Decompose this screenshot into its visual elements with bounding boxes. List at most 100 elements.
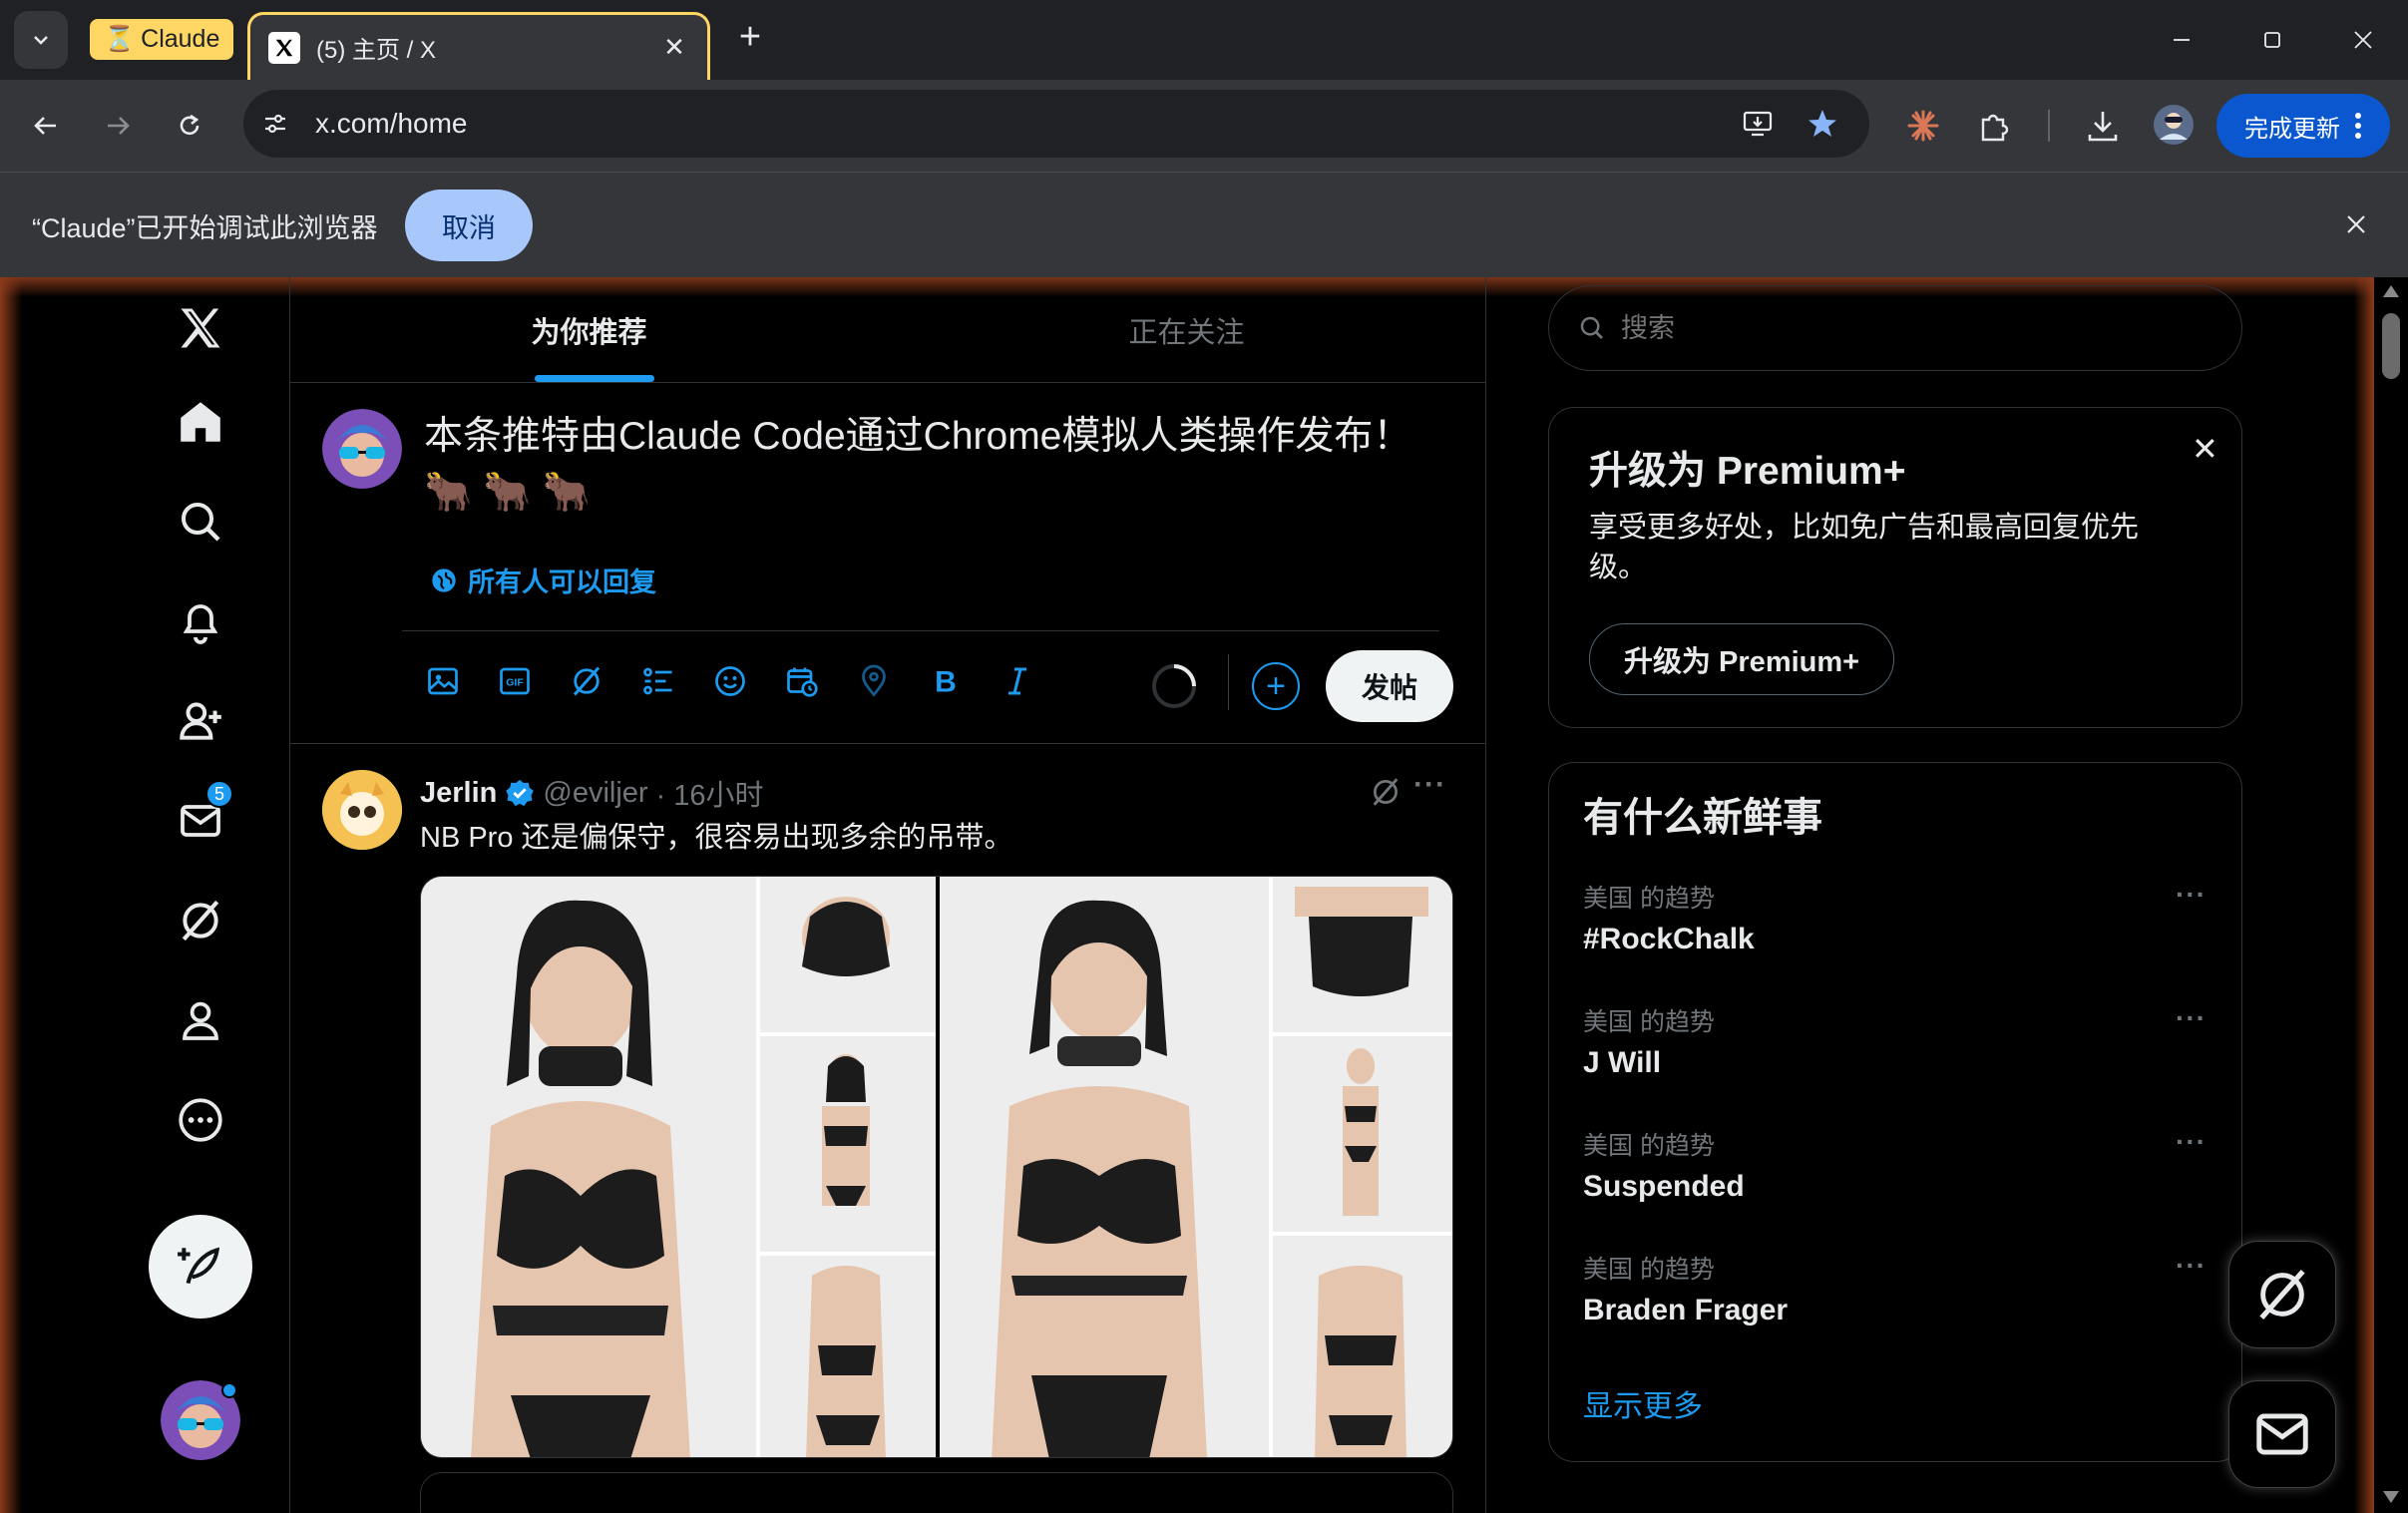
messages-badge: 5 — [205, 780, 233, 808]
composer-avatar[interactable] — [322, 409, 402, 489]
nav-more-icon[interactable] — [170, 1089, 231, 1151]
debug-glow-left — [0, 277, 22, 1513]
profile-avatar-icon[interactable] — [2153, 104, 2195, 146]
infobar-text: “Claude”已开始调试此浏览器 — [32, 213, 378, 243]
trend-item[interactable]: 美国 的趋势 J Will ··· — [1583, 1002, 2206, 1080]
gif-icon[interactable]: GIF — [492, 658, 538, 704]
maximize-button[interactable] — [2226, 0, 2317, 80]
trend-item[interactable]: 美国 的趋势 Suspended ··· — [1583, 1126, 2206, 1204]
tweet-grok-icon[interactable] — [1364, 770, 1407, 814]
nav-messages-icon[interactable]: 5 — [170, 780, 233, 852]
tab-following-label: 正在关注 — [1128, 316, 1245, 349]
trend-more-icon[interactable]: ··· — [2176, 1126, 2207, 1158]
trends-show-more-link[interactable]: 显示更多 — [1583, 1381, 1703, 1425]
forward-button[interactable] — [94, 102, 142, 150]
trends-title: 有什么新鲜事 — [1583, 796, 1822, 840]
tweet-more-icon[interactable]: ··· — [1413, 768, 1446, 802]
tab-x-home[interactable]: (5) 主页 / X ✕ — [247, 12, 710, 80]
italic-icon[interactable] — [995, 658, 1040, 704]
poll-icon[interactable] — [635, 658, 681, 704]
nav-follow-icon[interactable] — [170, 690, 231, 752]
premium-close-icon[interactable]: ✕ — [2192, 430, 2218, 468]
reply-setting-button[interactable]: 所有人可以回复 — [430, 561, 656, 599]
nav-grok-icon[interactable] — [170, 890, 231, 951]
trend-item[interactable]: 美国 的趋势 Braden Frager ··· — [1583, 1250, 2206, 1327]
scroll-down-arrow[interactable] — [2383, 1491, 2399, 1503]
schedule-icon[interactable] — [779, 658, 825, 704]
tab-group-tag[interactable]: ⏳ Claude — [90, 19, 234, 60]
download-icon[interactable] — [2085, 108, 2121, 144]
trend-name: Braden Frager — [1583, 1294, 1789, 1326]
premium-upgrade-button[interactable]: 升级为 Premium+ — [1589, 623, 1895, 695]
bold-icon[interactable]: B — [923, 658, 969, 704]
tweet-author-name[interactable]: Jerlin — [420, 777, 497, 810]
composer-textarea[interactable]: 本条推特由Claude Code通过Chrome模拟人类操作发布！ 🐂 🐂 🐂 — [424, 409, 1441, 521]
update-button[interactable]: 完成更新 — [2216, 94, 2390, 158]
premium-description: 享受更多好处，比如免广告和最高回复优先级。 — [1589, 512, 2140, 583]
location-icon[interactable] — [851, 658, 897, 704]
grok-icon — [2259, 1270, 2305, 1320]
star-icon[interactable] — [1806, 107, 1839, 141]
trend-name: #RockChalk — [1583, 923, 1755, 955]
grok-icon[interactable] — [564, 658, 609, 704]
post-button[interactable]: 发帖 — [1326, 650, 1453, 722]
trend-item[interactable]: 美国 的趋势 #RockChalk ··· — [1583, 879, 2206, 956]
new-tab-button[interactable]: + — [728, 16, 772, 60]
media-icon[interactable] — [420, 658, 466, 704]
scroll-up-arrow[interactable] — [2383, 285, 2399, 297]
grok-float-button[interactable] — [2228, 1241, 2336, 1348]
minimize-button[interactable] — [2136, 0, 2226, 80]
infobar-cancel-button[interactable]: 取消 — [405, 189, 533, 261]
tweet-image-2[interactable] — [940, 877, 1452, 1457]
tweet-image-1[interactable] — [421, 877, 936, 1457]
search-icon — [1580, 316, 1603, 339]
search-input[interactable] — [1621, 312, 2180, 344]
debug-infobar: “Claude”已开始调试此浏览器 取消 — [0, 172, 2408, 277]
tab-search-button[interactable] — [14, 11, 68, 69]
back-button[interactable] — [22, 102, 70, 150]
claude-extension-icon[interactable] — [1905, 108, 1941, 144]
tweet-avatar[interactable] — [322, 770, 402, 850]
trend-context: 美国 的趋势 — [1583, 1256, 1715, 1284]
minimize-icon — [2173, 39, 2190, 41]
close-window-button[interactable] — [2317, 0, 2408, 80]
site-settings-icon[interactable] — [261, 110, 289, 138]
messages-float-button[interactable] — [2228, 1380, 2336, 1488]
debug-glow-right — [2354, 277, 2374, 1513]
trend-more-icon[interactable]: ··· — [2176, 1250, 2207, 1282]
install-app-icon[interactable] — [1742, 108, 1774, 140]
search-box[interactable] — [1548, 285, 2242, 371]
tweet-author-handle[interactable]: @eviljer — [543, 777, 647, 810]
tab-close-icon[interactable]: ✕ — [659, 32, 689, 63]
account-status-dot — [221, 1382, 237, 1398]
emoji-icon[interactable] — [707, 658, 753, 704]
infobar-close-icon[interactable] — [2334, 202, 2378, 246]
tweet-time[interactable]: · 16小时 — [656, 772, 764, 814]
trend-more-icon[interactable]: ··· — [2176, 879, 2207, 911]
scroll-thumb[interactable] — [2382, 313, 2400, 379]
x-favicon-icon — [268, 31, 300, 64]
tweet-card[interactable]: Jerlin @eviljer · 16小时 ··· NB Pro 还是偏保守，… — [290, 744, 1485, 1482]
compose-post-button[interactable] — [149, 1215, 252, 1319]
address-bar[interactable]: x.com/home — [243, 90, 1869, 158]
reply-setting-label: 所有人可以回复 — [468, 567, 656, 597]
x-logo-icon[interactable] — [170, 297, 231, 359]
post-composer: 本条推特由Claude Code通过Chrome模拟人类操作发布！ 🐂 🐂 🐂 … — [290, 383, 1485, 744]
nav-notifications-icon[interactable] — [170, 590, 231, 652]
nav-profile-icon[interactable] — [170, 989, 231, 1051]
reload-button[interactable] — [166, 102, 213, 150]
add-thread-button[interactable]: + — [1252, 662, 1300, 710]
next-tweet-preview[interactable] — [420, 1472, 1453, 1513]
composer-toolbar: GIF B — [420, 658, 1040, 704]
nav-home-icon[interactable] — [170, 391, 231, 453]
tab-for-you[interactable]: 为你推荐 — [290, 277, 888, 382]
composer-emoji: 🐂 🐂 🐂 — [424, 471, 592, 514]
trend-more-icon[interactable]: ··· — [2176, 1002, 2207, 1034]
nav-explore-icon[interactable] — [170, 491, 231, 553]
tab-following[interactable]: 正在关注 — [888, 277, 1485, 382]
extensions-puzzle-icon[interactable] — [1977, 108, 2013, 144]
tweet-media[interactable] — [420, 876, 1453, 1458]
verified-badge-icon — [506, 779, 535, 807]
premium-card: 升级为 Premium+ ✕ 享受更多好处，比如免广告和最高回复优先级。 升级为… — [1548, 407, 2242, 728]
page-scrollbar[interactable] — [2374, 277, 2408, 1513]
